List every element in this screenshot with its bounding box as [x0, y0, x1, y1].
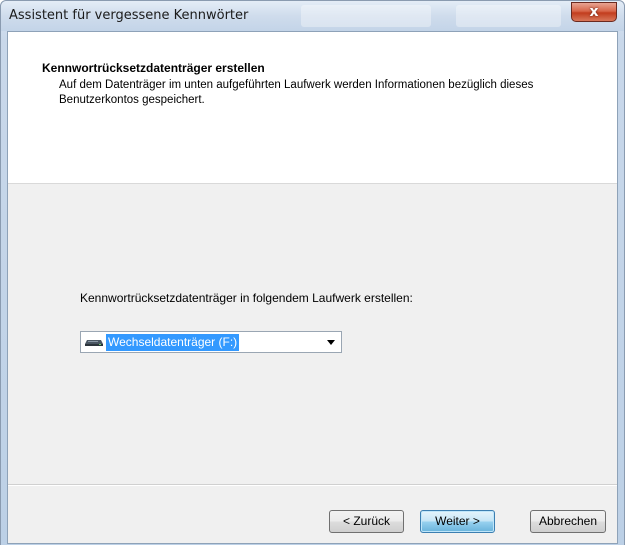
title-bar[interactable]: Assistent für vergessene Kennwörter x: [1, 1, 624, 31]
footer-divider: [8, 484, 617, 486]
background-glass-decoration: [301, 5, 431, 27]
cancel-button[interactable]: Abbrechen: [530, 510, 606, 533]
wizard-header: Kennwortrücksetzdatenträger erstellen Au…: [8, 32, 617, 184]
page-description: Auf dem Datenträger im unten aufgeführte…: [59, 79, 534, 106]
chevron-down-icon[interactable]: [327, 340, 335, 345]
wizard-client-area: Kennwortrücksetzdatenträger erstellen Au…: [7, 31, 618, 544]
window-title: Assistent für vergessene Kennwörter: [9, 8, 249, 23]
background-strip: [0, 545, 627, 553]
next-button[interactable]: Weiter >: [420, 510, 495, 533]
drive-select-value: Wechseldatenträger (F:): [106, 334, 240, 351]
close-icon: x: [589, 4, 599, 20]
removable-drive-icon: [85, 340, 103, 346]
back-button[interactable]: < Zurück: [329, 510, 404, 533]
drive-select-dropdown[interactable]: Wechseldatenträger (F:): [80, 331, 342, 353]
drive-select-label: Kennwortrücksetzdatenträger in folgendem…: [80, 291, 413, 305]
close-button[interactable]: x: [571, 2, 617, 22]
background-glass-decoration: [456, 5, 561, 27]
wizard-window: Assistent für vergessene Kennwörter x Ke…: [0, 0, 625, 551]
page-title: Kennwortrücksetzdatenträger erstellen: [42, 61, 265, 75]
